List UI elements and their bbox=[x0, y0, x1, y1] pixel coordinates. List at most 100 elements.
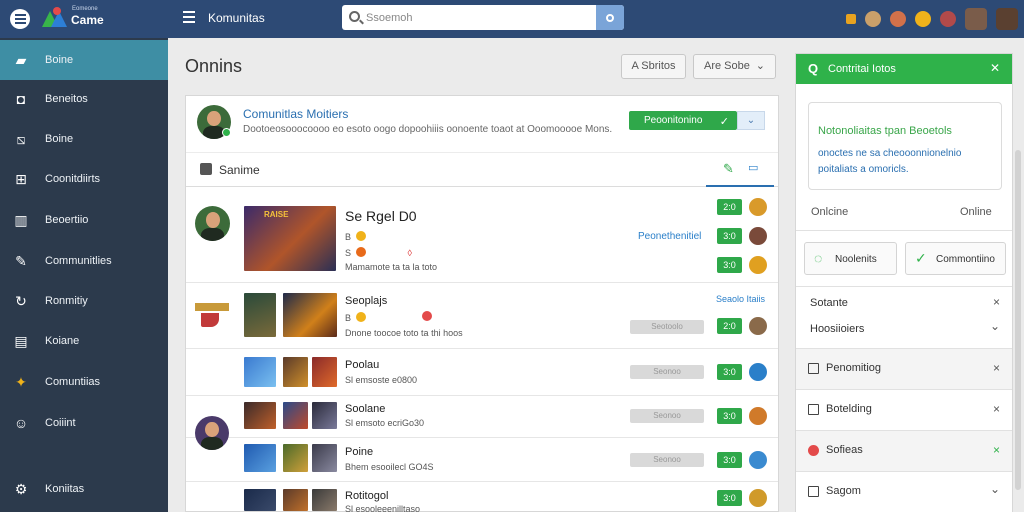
table-row[interactable]: Soolane Sl emsoto ecriGo30 Seonoo 3:0 bbox=[186, 396, 778, 450]
sidebar-item-ronmitiy[interactable]: ↻ Ronmitiy bbox=[0, 281, 168, 321]
game-thumbnail[interactable] bbox=[244, 357, 276, 387]
close-icon[interactable]: × bbox=[993, 402, 1000, 416]
comment-button[interactable]: ✓ Commontiino bbox=[905, 242, 1006, 275]
join-button[interactable]: Peoonitonino ✓ bbox=[629, 111, 737, 130]
page-scrollbar[interactable] bbox=[1015, 150, 1021, 490]
profile-avatar[interactable] bbox=[996, 8, 1018, 30]
game-icon[interactable] bbox=[749, 256, 767, 274]
search-icon bbox=[349, 11, 360, 22]
hamburger-icon[interactable] bbox=[183, 11, 195, 23]
table-row[interactable]: Poine Bhem esooilecl GO4S Seonoo 3:0 bbox=[186, 438, 778, 482]
sidebar-item-label: Comuntiias bbox=[45, 376, 101, 388]
game-thumbnail[interactable] bbox=[283, 402, 308, 429]
community-title[interactable]: Comunitlas Moitiers bbox=[243, 107, 348, 121]
sidebar-item-comuntiias[interactable]: ✦ Comuntiias bbox=[0, 362, 168, 402]
comment-button-label: Commontiino bbox=[936, 254, 995, 265]
list-item[interactable]: Penomitiog × bbox=[796, 348, 1012, 389]
community-card: Comunitlas Moitiers Dootoeosooocoooo eo … bbox=[185, 95, 779, 512]
table-row[interactable]: Rotitogol Sl esooleeenilltaso 3:0 bbox=[186, 482, 778, 512]
game-icon[interactable] bbox=[749, 198, 767, 216]
fire-icon bbox=[355, 247, 366, 257]
game-thumbnail[interactable] bbox=[312, 402, 337, 429]
game-thumbnail[interactable] bbox=[283, 293, 337, 337]
friend-avatar-icon[interactable] bbox=[865, 11, 881, 27]
sidebar-item-coiiint[interactable]: ☺ Coiiint bbox=[0, 403, 168, 443]
row-title[interactable]: Poine bbox=[345, 446, 373, 458]
score-badge: 2:0 bbox=[717, 318, 742, 334]
trophy-icon[interactable] bbox=[915, 11, 931, 27]
member-avatar[interactable] bbox=[195, 206, 230, 241]
notification-title: Notonoliaitas tpan Beoetols bbox=[818, 125, 952, 137]
game-icon[interactable] bbox=[749, 489, 767, 507]
list-item[interactable]: Sagom ⌄ bbox=[796, 471, 1012, 512]
game-thumbnail[interactable] bbox=[312, 489, 337, 511]
row-title[interactable]: Rotitogol bbox=[345, 490, 388, 502]
close-icon[interactable]: × bbox=[993, 361, 1000, 375]
sidebar-item-boine-2[interactable]: ⧅ Boine bbox=[0, 119, 168, 159]
chevron-down-icon[interactable]: ⌄ bbox=[990, 319, 1000, 333]
row-title[interactable]: Poolau bbox=[345, 359, 379, 371]
filter-dropdown[interactable]: Are Sobe ⌄ bbox=[693, 54, 776, 79]
close-icon[interactable]: × bbox=[993, 295, 1000, 309]
game-thumbnail[interactable] bbox=[244, 489, 276, 511]
game-icon[interactable] bbox=[749, 363, 767, 381]
sidebar-item-coonitdiirts[interactable]: ⊞ Coonitdiirts bbox=[0, 159, 168, 199]
magnifier-icon bbox=[606, 13, 614, 22]
notification-icon[interactable] bbox=[846, 14, 856, 24]
sidebar-item-beoertiio[interactable]: ▥ Beoertiio bbox=[0, 200, 168, 240]
panel-header: Q Contritai Iotos ✕ bbox=[796, 54, 1012, 84]
edit-icon[interactable]: ✎ bbox=[723, 161, 734, 177]
table-icon: ▤ bbox=[14, 333, 28, 349]
list-item[interactable]: Sofieas × bbox=[796, 430, 1012, 471]
game-thumbnail[interactable] bbox=[283, 357, 308, 387]
game-thumbnail[interactable] bbox=[283, 444, 308, 472]
sidebar-item-communitlies[interactable]: ✎ Communitlies bbox=[0, 241, 168, 281]
table-row[interactable]: Seoplajs B Dnone toocoe toto ta thi hoos… bbox=[186, 283, 778, 349]
top-bar: Eomeone Came Komunitas bbox=[0, 0, 1024, 38]
search-submit-button[interactable] bbox=[596, 5, 624, 30]
list-item[interactable]: Botelding × bbox=[796, 389, 1012, 430]
row-link[interactable]: Seaolo Itaiis bbox=[716, 294, 765, 304]
user-icon: ☺ bbox=[13, 415, 29, 431]
table-row[interactable]: RAISE Se Rgel D0 B S ◊ Mamamote ta ta la… bbox=[186, 188, 778, 283]
search-input[interactable] bbox=[366, 9, 591, 26]
game-icon[interactable] bbox=[749, 451, 767, 469]
sidebar-item-beneitos[interactable]: ◘ Beneitos bbox=[0, 79, 168, 119]
game-thumbnail[interactable] bbox=[312, 444, 337, 472]
game-thumbnail[interactable] bbox=[244, 444, 276, 472]
game-thumbnail[interactable]: RAISE bbox=[244, 206, 336, 271]
game-thumbnail[interactable] bbox=[283, 489, 308, 511]
row-title[interactable]: Seoplajs bbox=[345, 295, 387, 307]
game-thumbnail[interactable] bbox=[244, 402, 276, 429]
sidebar-item-boine[interactable]: ▰ Boine bbox=[0, 40, 168, 80]
gamer-avatar-icon[interactable] bbox=[890, 11, 906, 27]
status-pill: Seonoo bbox=[630, 409, 704, 423]
game-icon[interactable] bbox=[749, 227, 767, 245]
close-icon[interactable]: × bbox=[993, 443, 1000, 457]
app-logo[interactable]: Eomeone Came bbox=[42, 5, 122, 33]
alert-icon bbox=[422, 311, 432, 321]
game-icon[interactable] bbox=[749, 407, 767, 425]
score-badge: 3:0 bbox=[717, 257, 742, 273]
close-icon[interactable]: ✕ bbox=[990, 61, 1000, 75]
row-title[interactable]: Soolane bbox=[345, 403, 385, 415]
sidebar-item-koniitas[interactable]: ⚙ Koniitas bbox=[0, 469, 168, 509]
filter-dropdown-label: Are Sobe bbox=[704, 60, 750, 72]
game-thumbnail[interactable] bbox=[244, 293, 276, 337]
chevron-down-icon[interactable]: ⌄ bbox=[990, 482, 1000, 496]
game-icon[interactable] bbox=[749, 317, 767, 335]
alert-avatar-icon[interactable] bbox=[940, 11, 956, 27]
row-title[interactable]: Se Rgel D0 bbox=[345, 208, 417, 224]
notifications-button[interactable]: ◌ Noolenits bbox=[804, 242, 897, 275]
score-badge: 2:0 bbox=[717, 199, 742, 215]
table-row[interactable]: Poolau Sl emsoste e0800 Seonoo 3:0 bbox=[186, 349, 778, 396]
user-avatar[interactable] bbox=[965, 8, 987, 30]
app-menu-button[interactable] bbox=[10, 9, 30, 29]
sort-button[interactable]: A Sbritos bbox=[621, 54, 686, 79]
row-link[interactable]: Peonethenitiel bbox=[638, 231, 701, 242]
sidebar-item-koiane[interactable]: ▤ Koiane bbox=[0, 321, 168, 361]
game-thumbnail[interactable] bbox=[312, 357, 337, 387]
logo-mark-icon bbox=[42, 7, 68, 29]
chat-icon[interactable]: ▭ bbox=[748, 161, 758, 174]
join-options-dropdown[interactable]: ⌄ bbox=[737, 111, 765, 130]
